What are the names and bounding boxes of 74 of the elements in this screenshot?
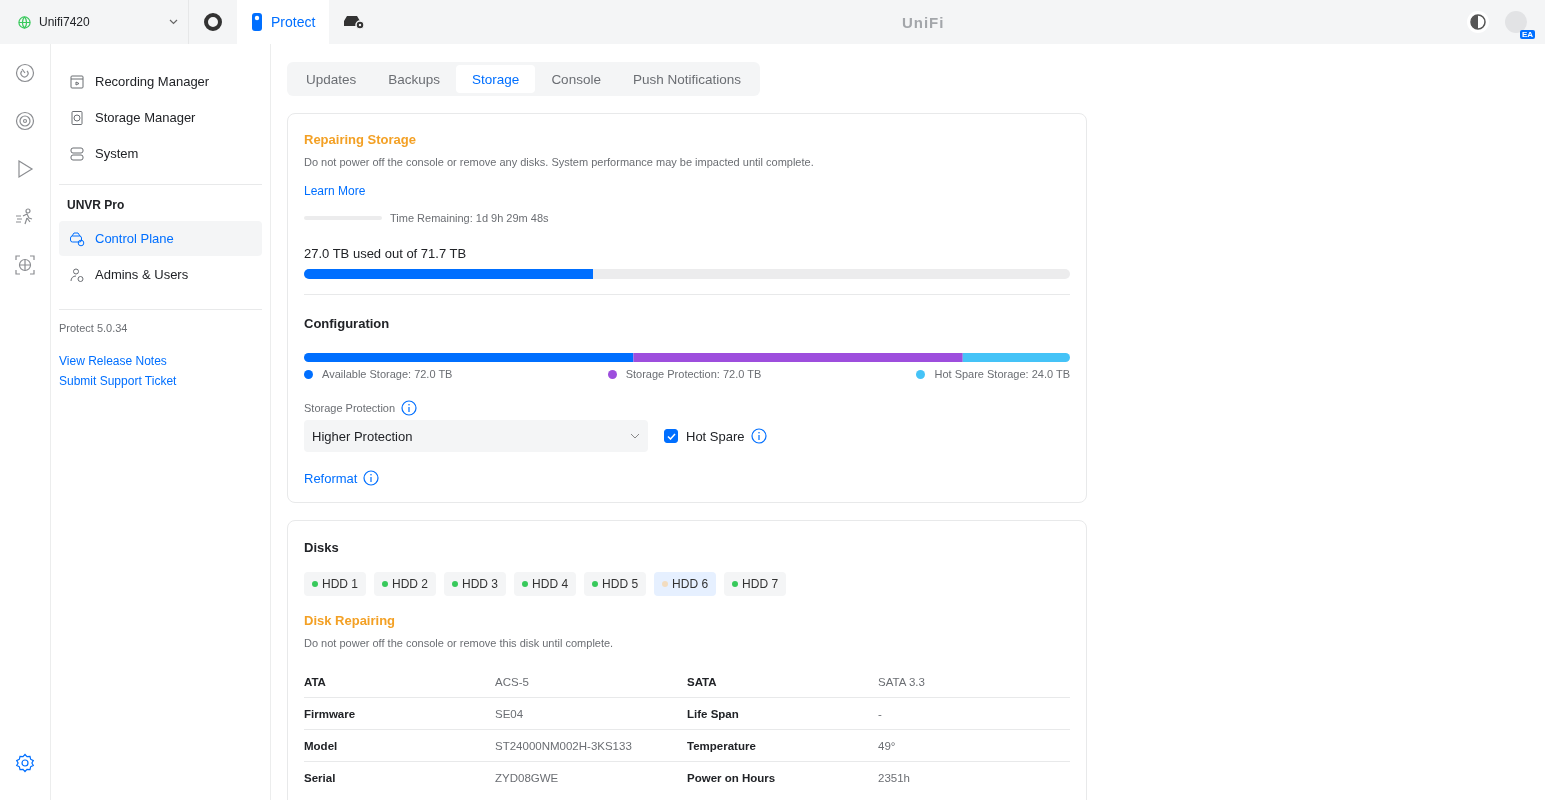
app-tab[interactable]: Protect xyxy=(237,0,330,44)
info-icon xyxy=(401,400,418,416)
tab[interactable]: Updates xyxy=(290,65,373,93)
legend-label: Storage Protection: 72.0 TB xyxy=(625,368,762,380)
tab[interactable]: Console xyxy=(535,65,617,93)
nav-item[interactable]: Admins & Users xyxy=(59,257,262,292)
info-icon xyxy=(750,428,767,444)
console-gear-icon xyxy=(69,230,85,247)
detail-value: - xyxy=(878,707,883,720)
nav-item[interactable]: System xyxy=(59,136,262,171)
nav-item[interactable]: Control Plane xyxy=(59,221,262,256)
warning-message: Do not power off the console or remove any disks. System performance may be impacted until complete. xyxy=(304,156,815,168)
ring-icon xyxy=(203,12,223,32)
detail-label: Power on Hours xyxy=(687,771,777,784)
tab[interactable]: Storage xyxy=(456,65,536,93)
protection-dropdown[interactable]: Higher Protection xyxy=(304,420,648,452)
detail-label: Life Span xyxy=(687,707,740,720)
disk-chip[interactable]: HDD 1 xyxy=(304,572,366,596)
detail-value: ZYD08GWE xyxy=(495,771,560,784)
server-icon xyxy=(69,145,85,162)
disk-chip[interactable]: HDD 4 xyxy=(514,572,577,596)
chevron-down-icon xyxy=(169,19,178,25)
usage-text: 27.0 TB used out of 71.7 TB xyxy=(304,246,468,261)
detail-label: Temperature xyxy=(687,739,757,752)
hard-drive-icon xyxy=(69,109,85,126)
warning-title: Repairing Storage xyxy=(304,132,417,147)
user-gear-icon xyxy=(69,266,85,283)
link[interactable]: Submit Support Ticket xyxy=(59,374,262,388)
chevron-down-icon xyxy=(630,433,640,439)
detail-label: Model xyxy=(304,739,339,752)
nav-item[interactable]: Recording Manager xyxy=(59,64,262,99)
section-title: UNVR Pro xyxy=(66,197,126,214)
checkbox[interactable] xyxy=(664,429,678,443)
link[interactable]: View Release Notes xyxy=(59,354,262,368)
time-remaining: Time Remaining: 1d 9h 29m 48s xyxy=(390,212,549,224)
detail-value: ST24000NM002H-3KS133 xyxy=(495,739,633,752)
disk-chip[interactable]: HDD 2 xyxy=(374,572,437,596)
checkbox-label: Hot Spare xyxy=(686,428,745,444)
learn-more-link[interactable]: Learn More xyxy=(304,184,366,198)
disk-chip[interactable]: HDD 6 xyxy=(654,572,717,596)
disk-chip[interactable]: HDD 3 xyxy=(444,572,507,596)
detail-label: ATA xyxy=(304,675,327,688)
reformat-link[interactable]: Reformat xyxy=(304,470,358,486)
detail-label: Serial xyxy=(304,771,337,784)
detail-value: 49° xyxy=(878,739,897,752)
video-window-icon xyxy=(69,73,85,90)
detail-value: SATA 3.3 xyxy=(878,675,926,688)
warning-message: Do not power off the console or remove this disk until complete. xyxy=(304,637,615,649)
version-text: Protect 5.0.34 xyxy=(59,321,129,334)
avatar[interactable] xyxy=(1505,11,1527,33)
nav-item[interactable]: Storage Manager xyxy=(59,100,262,135)
legend-label: Available Storage: 72.0 TB xyxy=(322,368,453,380)
avatar-badge: EA xyxy=(1519,30,1535,39)
section-title: Configuration xyxy=(304,316,391,331)
tab[interactable]: Push Notifications xyxy=(616,65,757,93)
globe-icon xyxy=(18,15,31,29)
site-selector[interactable]: Unifi7420 xyxy=(0,0,189,44)
logo: UniFi xyxy=(901,13,945,31)
section-title: Disks xyxy=(304,540,340,555)
info-icon xyxy=(363,470,380,486)
detail-value: ACS-5 xyxy=(495,675,530,688)
detail-value: 2351h xyxy=(878,771,911,784)
disk-chip[interactable]: HDD 5 xyxy=(584,572,647,596)
disk-chip[interactable]: HDD 7 xyxy=(724,572,787,596)
contrast-icon[interactable] xyxy=(1467,11,1489,33)
console-gear-icon xyxy=(343,14,366,30)
detail-value: SE04 xyxy=(495,707,525,720)
legend-label: Hot Spare Storage: 24.0 TB xyxy=(934,368,1070,380)
tab[interactable]: Backups xyxy=(372,65,457,93)
field-label: Storage Protection xyxy=(304,402,396,414)
warning-title: Disk Repairing xyxy=(304,613,397,628)
detail-label: Firmware xyxy=(304,707,357,720)
detail-label: SATA xyxy=(687,675,718,688)
globe-icon[interactable] xyxy=(12,252,38,278)
